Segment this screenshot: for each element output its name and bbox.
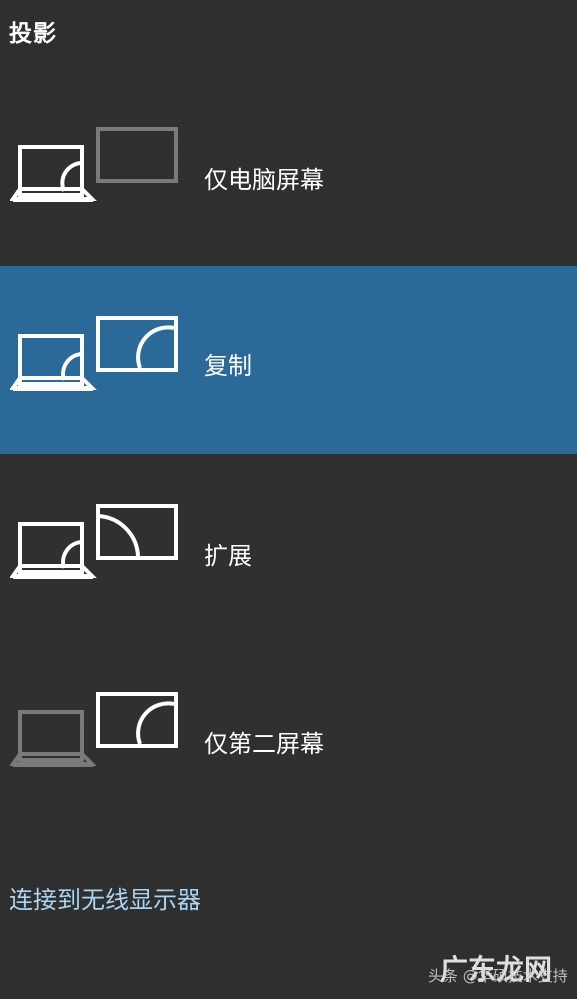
option-label: 仅第二屏幕 — [204, 730, 324, 758]
watermark-text: 头条 @华硕技术支持 — [428, 967, 568, 985]
duplicate-icon — [10, 316, 178, 391]
projection-panel: 投影 仅电脑屏幕 复制 扩展 仅第二屏幕 连接到无线显示器 广东龙网 头条 @华… — [0, 0, 577, 999]
option-pc-screen-only[interactable]: 仅电脑屏幕 — [0, 80, 577, 268]
option-label: 复制 — [204, 352, 252, 380]
panel-title: 投影 — [9, 21, 57, 47]
option-duplicate[interactable]: 复制 — [0, 266, 577, 454]
option-second-screen-only[interactable]: 仅第二屏幕 — [0, 640, 577, 828]
option-extend[interactable]: 扩展 — [0, 452, 577, 640]
second-screen-only-icon — [10, 692, 178, 767]
pc-screen-only-icon — [10, 127, 178, 202]
option-label: 仅电脑屏幕 — [204, 166, 324, 194]
option-label: 扩展 — [204, 542, 252, 570]
connect-wireless-display-link[interactable]: 连接到无线显示器 — [9, 880, 201, 915]
extend-icon — [10, 504, 178, 579]
